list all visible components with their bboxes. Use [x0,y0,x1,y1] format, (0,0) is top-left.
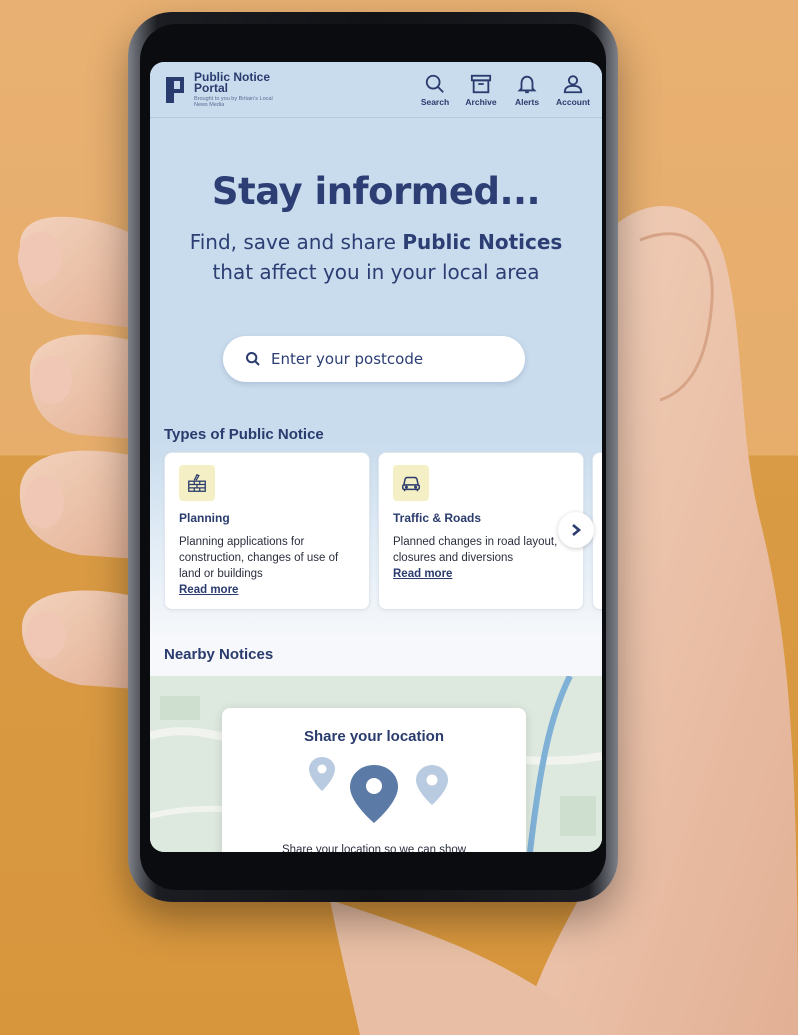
notice-type-card-traffic[interactable]: Traffic & Roads Planned changes in road … [378,452,584,610]
brand-subtitle: Brought to you by Britain's Local News M… [194,95,273,108]
types-heading: Types of Public Notice [164,426,324,443]
brand-title: Public Notice Portal [194,69,271,95]
phone-screen: Public Notice Portal Brought to you by B… [150,62,602,852]
nearby-heading: Nearby Notices [164,646,274,663]
car-icon [393,465,429,501]
user-icon [563,74,583,93]
archive-icon [470,74,492,93]
card-text: Planning applications for construction, … [179,536,339,580]
hero: Stay informed... Find, save and share Pu… [150,118,602,382]
read-more-link[interactable]: Read more [179,582,357,598]
share-location-title: Share your location [303,728,445,745]
brick-wall-icon [179,465,215,501]
chevron-right-icon [572,524,582,536]
nav-search-label: Search [420,96,450,107]
nav-search[interactable]: Search [416,73,454,107]
postcode-search[interactable] [223,336,525,382]
hero-subtitle-lead: Find, save and share [189,230,403,254]
search-icon [425,74,444,93]
hero-title: Stay informed... [211,170,541,213]
app-header: Public Notice Portal Brought to you by B… [150,62,602,118]
bell-icon [517,75,537,93]
card-title: Traffic & Roads [393,511,482,525]
nav-alerts-label: Alerts [514,96,540,107]
top-nav: Search Archive Alerts Account [416,73,592,107]
nav-account[interactable]: Account [554,73,592,107]
card-title: Planning [179,511,230,525]
read-more-link[interactable]: Read more [393,566,571,582]
brand: Public Notice Portal Brought to you by B… [194,69,284,108]
location-pins-icon [309,757,448,823]
nav-alerts[interactable]: Alerts [508,73,546,107]
share-location-card[interactable]: Share your location Share your location … [222,708,526,852]
hero-subtitle: Find, save and share Public Notices that… [181,227,571,287]
nav-account-label: Account [556,96,590,107]
search-icon [246,352,260,366]
nav-archive-label: Archive [465,96,497,107]
hero-subtitle-bold: Public Notices [402,230,563,254]
carousel-next-button[interactable] [558,512,594,548]
hero-subtitle-tail: that affect you in your local area [212,260,540,284]
nav-archive[interactable]: Archive [462,73,500,107]
portal-logo-icon[interactable] [164,75,186,105]
share-location-text: Share your location so we can show [281,844,467,852]
postcode-input[interactable] [271,350,501,368]
card-text: Planned changes in road layout, closures… [393,536,558,564]
notice-type-card-planning[interactable]: Planning Planning applications for const… [164,452,370,610]
